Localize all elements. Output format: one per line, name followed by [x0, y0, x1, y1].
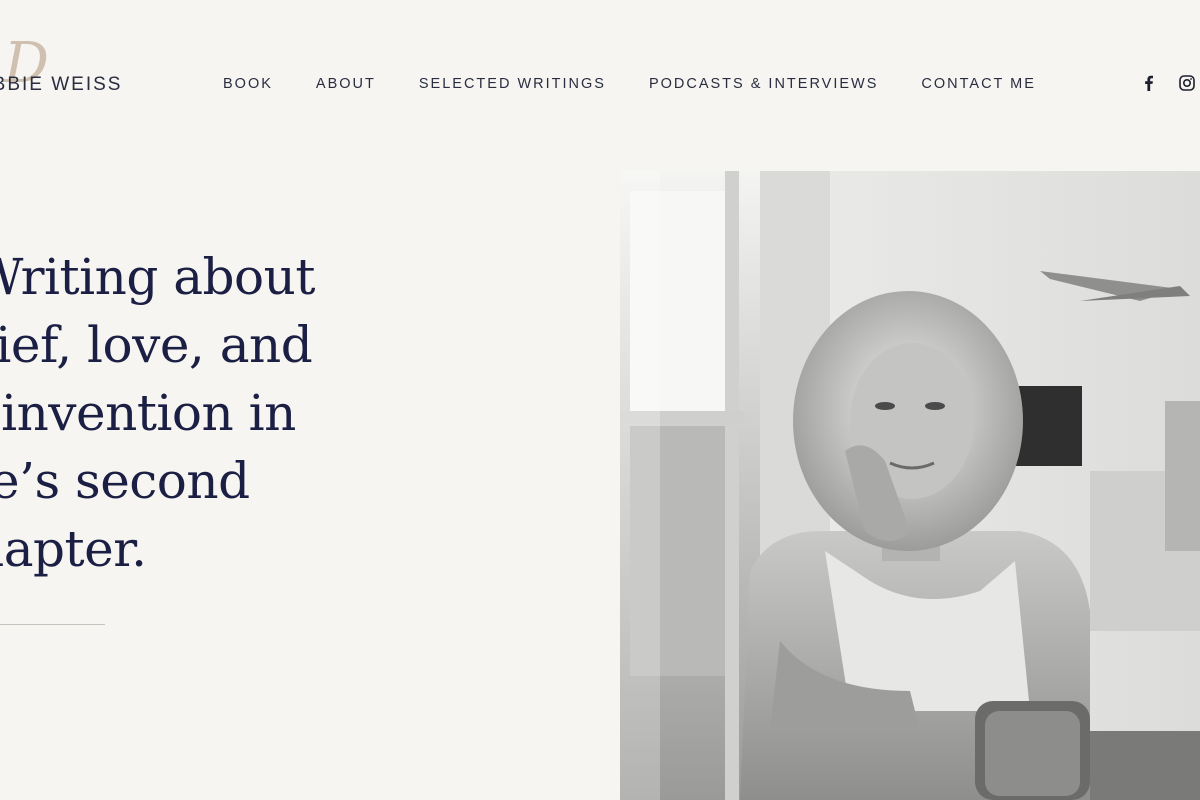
- social-links: [1140, 74, 1196, 92]
- main-nav: BOOK ABOUT SELECTED WRITINGS PODCASTS & …: [223, 76, 1079, 92]
- instagram-icon[interactable]: [1178, 74, 1196, 92]
- hero-line: hapter.: [0, 520, 147, 578]
- hero-line: einvention in: [0, 384, 296, 442]
- hero-photo: [620, 171, 1200, 800]
- nav-item-podcasts-interviews[interactable]: PODCASTS & INTERVIEWS: [649, 76, 878, 92]
- hero-divider: [0, 624, 105, 625]
- hero-line: Writing about: [0, 248, 315, 306]
- site-header: D EBBIE WEISS BOOK ABOUT SELECTED WRITIN…: [0, 0, 1200, 170]
- hero-text: Writing about rief, love, and einvention…: [0, 243, 392, 583]
- site-logo[interactable]: D EBBIE WEISS: [0, 36, 148, 116]
- logo-wordmark: EBBIE WEISS: [0, 74, 123, 95]
- nav-item-contact-me[interactable]: CONTACT ME: [921, 76, 1036, 92]
- nav-item-book[interactable]: BOOK: [223, 76, 273, 92]
- hero-line: rief, love, and: [0, 316, 313, 374]
- nav-item-about[interactable]: ABOUT: [316, 76, 376, 92]
- facebook-icon[interactable]: [1140, 74, 1158, 92]
- nav-item-selected-writings[interactable]: SELECTED WRITINGS: [419, 76, 606, 92]
- hero-heading: Writing about rief, love, and einvention…: [0, 243, 392, 583]
- hero-line: fe’s second: [0, 452, 250, 510]
